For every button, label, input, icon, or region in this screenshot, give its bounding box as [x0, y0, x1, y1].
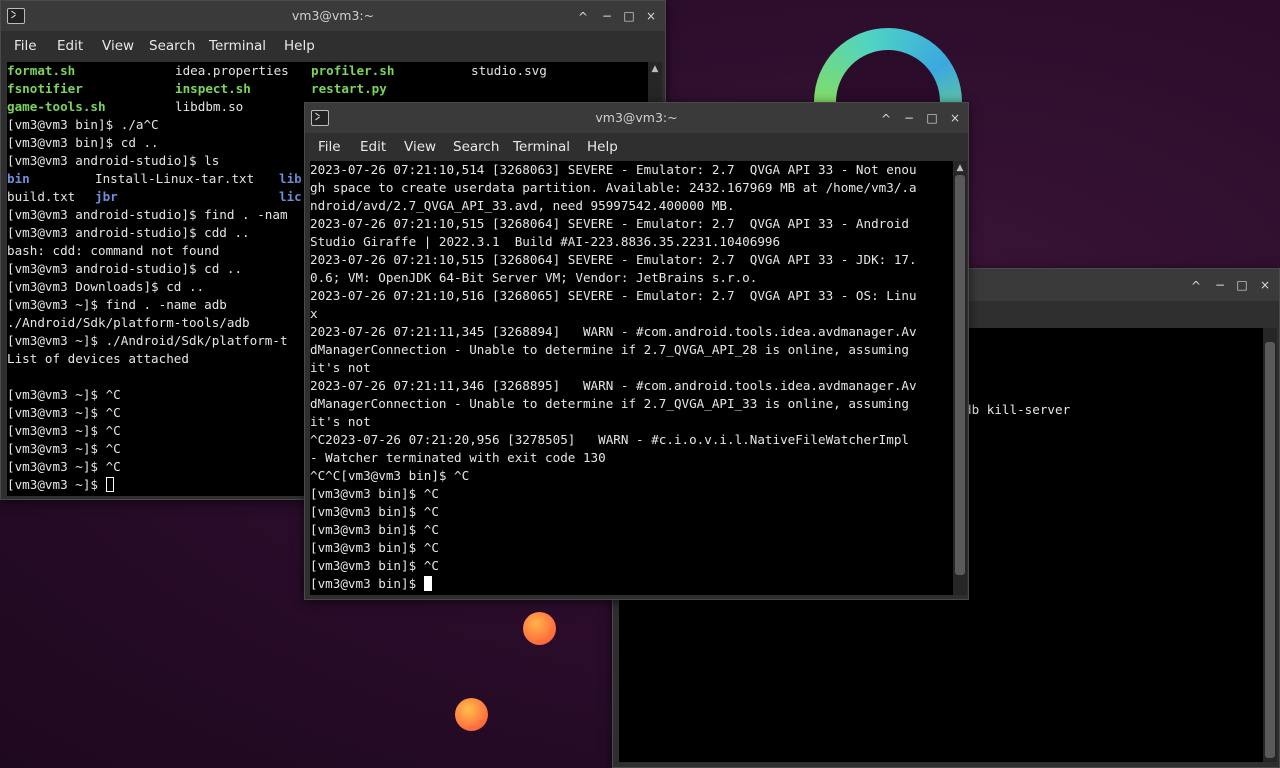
window-titlebar[interactable]: vm3@vm3:~ ^ − □ × [305, 103, 968, 133]
terminal-line: 2023-07-26 07:21:10,514 [3268063] SEVERE… [310, 162, 917, 177]
ls-entry: idea.properties [175, 63, 289, 78]
terminal-line: [vm3@vm3 bin]$ ^C [310, 522, 439, 537]
close-button[interactable]: × [948, 111, 962, 125]
terminal-line: dManagerConnection - Unable to determine… [310, 396, 909, 411]
scroll-up-arrow-icon[interactable]: ▲ [648, 64, 662, 74]
menu-terminal[interactable]: Terminal [209, 38, 266, 54]
terminal-line: 2023-07-26 07:21:10,515 [3268064] SEVERE… [310, 216, 909, 231]
ls-entry: bin [7, 171, 30, 186]
terminal-line: [vm3@vm3 bin]$ ^C [310, 504, 439, 519]
terminal-line: [vm3@vm3 bin]$ ^C [310, 540, 439, 555]
shell-prompt-line: [vm3@vm3 bin]$ [310, 575, 953, 593]
ls-entry: restart.py [311, 81, 387, 96]
terminal-window-front[interactable]: vm3@vm3:~ ^ − □ × File Edit View Search … [304, 102, 969, 600]
window-titlebar[interactable]: vm3@vm3:~ ^ − □ × [1, 1, 665, 31]
maximize-button[interactable]: □ [622, 9, 636, 23]
window-title: vm3@vm3:~ [291, 8, 375, 23]
terminal-line: ndroid/avd/2.7_QVGA_API_33.avd, need 959… [310, 198, 735, 213]
ls-entry: libdbm.so [175, 99, 244, 114]
keep-above-button[interactable]: ^ [1189, 279, 1203, 293]
ls-entry: profiler.sh [311, 63, 395, 78]
menu-search[interactable]: Search [149, 38, 195, 54]
terminal-line: it's not [310, 414, 371, 429]
ls-entry: lib [279, 171, 302, 186]
ls-entry: lic [279, 189, 302, 204]
terminal-text: db kill-server [964, 402, 1071, 417]
menu-edit[interactable]: Edit [57, 38, 83, 54]
wallpaper-dot [523, 612, 556, 645]
ls-entry: jbr [95, 189, 118, 204]
minimize-button[interactable]: − [902, 111, 916, 125]
terminal-line: ^C2023-07-26 07:21:20,956 [3278505] WARN… [310, 432, 909, 447]
ls-entry: fsnotifier [7, 81, 83, 96]
minimize-button[interactable]: − [1213, 278, 1227, 292]
menu-terminal[interactable]: Terminal [513, 139, 570, 155]
maximize-button[interactable]: □ [925, 111, 939, 125]
keep-above-button[interactable]: ^ [879, 112, 893, 126]
menu-help[interactable]: Help [587, 139, 618, 155]
scroll-up-arrow-icon[interactable]: ▲ [953, 163, 967, 173]
terminal-line: 2023-07-26 07:21:11,346 [3268895] WARN -… [310, 378, 917, 393]
ls-entry: format.sh [7, 63, 76, 78]
window-title: vm3@vm3:~ [595, 110, 678, 125]
menu-view[interactable]: View [404, 139, 436, 155]
close-button[interactable]: × [644, 9, 658, 23]
terminal-line: 2023-07-26 07:21:10,516 [3268065] SEVERE… [310, 288, 917, 303]
menu-bar: File Edit View Search Terminal Help [1, 31, 665, 61]
scrollbar-thumb[interactable] [1265, 342, 1275, 758]
menu-edit[interactable]: Edit [360, 139, 386, 155]
menu-file[interactable]: File [14, 38, 37, 54]
terminal-line: [vm3@vm3 bin]$ ^C [310, 486, 439, 501]
shell-prompt: [vm3@vm3 ~]$ [7, 477, 106, 492]
ls-entry: studio.svg [471, 63, 547, 78]
minimize-button[interactable]: − [600, 9, 614, 23]
ls-entry: inspect.sh [175, 81, 251, 96]
terminal-output[interactable]: 2023-07-26 07:21:10,514 [3268063] SEVERE… [310, 161, 953, 595]
menu-view[interactable]: View [102, 38, 134, 54]
ls-entry: Install-Linux-tar.txt [95, 171, 255, 186]
terminal-line: 2023-07-26 07:21:10,515 [3268064] SEVERE… [310, 252, 917, 267]
terminal-line: - Watcher terminated with exit code 130 [310, 450, 606, 465]
log-lines: 2023-07-26 07:21:10,514 [3268063] SEVERE… [310, 161, 953, 575]
terminal-line: [vm3@vm3 bin]$ ^C [310, 558, 439, 573]
keep-above-button[interactable]: ^ [576, 10, 590, 24]
text-cursor [423, 576, 432, 591]
close-button[interactable]: × [1258, 278, 1272, 292]
scrollbar-thumb[interactable] [955, 175, 965, 575]
menu-help[interactable]: Help [284, 38, 315, 54]
menu-file[interactable]: File [318, 139, 341, 155]
terminal-line: Studio Giraffe | 2022.3.1 Build #AI-223.… [310, 234, 781, 249]
scrollbar[interactable] [1263, 328, 1277, 762]
menu-search[interactable]: Search [453, 139, 499, 155]
terminal-line: 2023-07-26 07:21:11,345 [3268894] WARN -… [310, 324, 917, 339]
terminal-line: gh space to create userdata partition. A… [310, 180, 917, 195]
terminal-line: x [310, 306, 318, 321]
maximize-button[interactable]: □ [1235, 278, 1249, 292]
terminal-line: ^C^C[vm3@vm3 bin]$ ^C [310, 468, 470, 483]
terminal-line: it's not [310, 360, 371, 375]
terminal-line: dManagerConnection - Unable to determine… [310, 342, 909, 357]
ls-entry: build.txt [7, 189, 76, 204]
scrollbar[interactable]: ▲ [953, 161, 967, 595]
text-cursor [105, 477, 114, 492]
menu-bar: File Edit View Search Terminal Help [305, 133, 968, 161]
terminal-line: 0.6; VM: OpenJDK 64-Bit Server VM; Vendo… [310, 270, 758, 285]
shell-prompt: [vm3@vm3 bin]$ [310, 576, 424, 591]
ls-entry: game-tools.sh [7, 99, 106, 114]
wallpaper-dot [455, 698, 488, 731]
